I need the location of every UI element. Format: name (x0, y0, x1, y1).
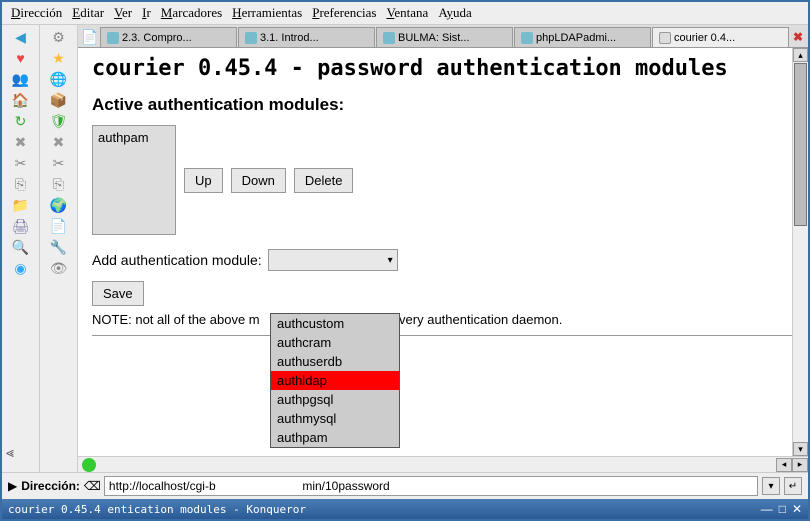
menu-editar[interactable]: Editar (69, 4, 107, 22)
clear-icon[interactable]: ⌫ (84, 479, 100, 493)
heart-icon[interactable]: ♥ (11, 48, 31, 68)
view-icon[interactable]: 👁 (49, 258, 69, 278)
menu-preferencias[interactable]: Preferencias (309, 4, 379, 22)
dropdown-option[interactable]: authpgsql (271, 390, 399, 409)
new-tab-icon[interactable]: 📄 (80, 27, 100, 47)
find-icon[interactable]: 🔍 (11, 237, 31, 257)
reload-icon[interactable]: ↻ (11, 111, 31, 131)
menu-herramientas[interactable]: Herramientas (229, 4, 305, 22)
address-arrow-icon[interactable]: ▶ (8, 479, 17, 493)
page-icon (245, 32, 257, 44)
tabbar: 📄 2.3. Compro... 3.1. Introd... BULMA: S… (78, 25, 808, 48)
page-icon (521, 32, 533, 44)
close-icon[interactable]: ✕ (792, 502, 802, 516)
left-toolbar-1: ◀ ♥ 👥 🏠 ↻ ✖ ✂ ⎘ 📁 🖨 🔍 ◉ (2, 25, 40, 472)
menu-ayuda[interactable]: Ayuda (435, 4, 474, 22)
dropdown-option[interactable]: authcustom (271, 314, 399, 333)
cut-icon[interactable]: ✂ (11, 153, 31, 173)
window-title: courier 0.45.4 entication modules - Konq… (8, 503, 306, 516)
dropdown-option-highlighted[interactable]: authldap (271, 371, 399, 390)
dropdown-option[interactable]: authpam (271, 428, 399, 447)
menubar: Dirección Editar Ver Ir Marcadores Herra… (2, 2, 808, 25)
back-icon[interactable]: ◀ (11, 27, 31, 47)
tab-0[interactable]: 2.3. Compro... (100, 27, 237, 47)
divider (92, 335, 794, 336)
section-heading: Active authentication modules: (92, 95, 794, 115)
doc-icon[interactable]: 📄 (49, 216, 69, 236)
box-icon[interactable]: 📦 (49, 90, 69, 110)
dropdown-option[interactable]: authmysql (271, 409, 399, 428)
horizontal-scrollbar[interactable]: ◂ ▸ (78, 456, 808, 472)
dup-icon[interactable]: ⎘ (49, 174, 69, 194)
address-label: Dirección: (21, 479, 80, 493)
page-content: courier 0.45.4 - password authentication… (78, 48, 808, 456)
chevron-down-icon[interactable]: ⪡ (6, 444, 14, 461)
menu-ir[interactable]: Ir (139, 4, 154, 22)
scroll-down-icon[interactable]: ▾ (793, 442, 808, 456)
maximize-icon[interactable]: □ (779, 502, 786, 516)
cross-icon[interactable]: ✖ (49, 132, 69, 152)
users-icon[interactable]: 👥 (11, 69, 31, 89)
add-module-combo[interactable] (268, 249, 398, 271)
active-modules-listbox[interactable]: authpam (92, 125, 176, 235)
down-button[interactable]: Down (231, 168, 286, 193)
scroll-up-icon[interactable]: ▴ (793, 48, 808, 62)
go-button[interactable]: ↵ (784, 477, 802, 495)
add-module-label: Add authentication module: (92, 252, 262, 268)
scroll-right-icon[interactable]: ▸ (792, 458, 808, 472)
delete-button[interactable]: Delete (294, 168, 354, 193)
folder-icon[interactable]: 📁 (11, 195, 31, 215)
tab-4[interactable]: courier 0.4... (652, 27, 789, 47)
tab-2[interactable]: BULMA: Sist... (376, 27, 513, 47)
tab-label: 2.3. Compro... (122, 32, 192, 44)
tab-label: 3.1. Introd... (260, 32, 319, 44)
page-title: courier 0.45.4 - password authentication… (92, 56, 794, 81)
tab-label: BULMA: Sist... (398, 32, 470, 44)
tab-label: phpLDAPadmi... (536, 32, 616, 44)
note-text: NOTE: not all of the above mxxxxxxxxxxxx… (92, 312, 794, 327)
menu-marcadores[interactable]: Marcadores (158, 4, 225, 22)
tab-1[interactable]: 3.1. Introd... (238, 27, 375, 47)
scissors-icon[interactable]: ✂ (49, 153, 69, 173)
menu-ventana[interactable]: Ventana (383, 4, 431, 22)
address-bar: ▶ Dirección: ⌫ ▾ ↵ (2, 472, 808, 499)
module-dropdown[interactable]: authcustom authcram authuserdb authldap … (270, 313, 400, 448)
menu-direccion[interactable]: Dirección (8, 4, 65, 22)
scroll-left-icon[interactable]: ◂ (776, 458, 792, 472)
konq-icon[interactable]: ◉ (11, 258, 31, 278)
menu-ver[interactable]: Ver (111, 4, 135, 22)
gear-icon[interactable]: ⚙ (49, 27, 69, 47)
close-tab-icon[interactable]: ✖ (790, 27, 806, 47)
left-toolbar-2: ⚙ ★ 🌐 📦 🛡 ✖ ✂ ⎘ 🌍 📄 🔧 👁 (40, 25, 78, 472)
star-icon[interactable]: ★ (49, 48, 69, 68)
up-button[interactable]: Up (184, 168, 223, 193)
page-icon (383, 32, 395, 44)
scroll-thumb[interactable] (794, 63, 807, 226)
world-icon[interactable]: 🌐 (49, 69, 69, 89)
tab-3[interactable]: phpLDAPadmi... (514, 27, 651, 47)
vertical-scrollbar[interactable]: ▴ ▾ (792, 48, 808, 456)
list-item[interactable]: authpam (96, 129, 172, 146)
url-dropdown-icon[interactable]: ▾ (762, 477, 780, 495)
tool-icon[interactable]: 🔧 (49, 237, 69, 257)
stop-icon[interactable]: ✖ (11, 132, 31, 152)
dropdown-option[interactable]: authcram (271, 333, 399, 352)
copy-icon[interactable]: ⎘ (11, 174, 31, 194)
page-icon (107, 32, 119, 44)
page-icon (659, 32, 671, 44)
shield-icon[interactable]: 🛡 (49, 111, 69, 131)
dropdown-option[interactable]: authuserdb (271, 352, 399, 371)
taskbar: courier 0.45.4 entication modules - Konq… (2, 499, 808, 519)
print-icon[interactable]: 🖨 (11, 216, 31, 236)
url-input[interactable] (104, 476, 758, 496)
globe-icon[interactable]: 🌍 (49, 195, 69, 215)
tab-label: courier 0.4... (674, 32, 735, 44)
minimize-icon[interactable]: — (761, 502, 773, 516)
save-button[interactable]: Save (92, 281, 144, 306)
status-dot-icon (82, 458, 96, 472)
home-icon[interactable]: 🏠 (11, 90, 31, 110)
